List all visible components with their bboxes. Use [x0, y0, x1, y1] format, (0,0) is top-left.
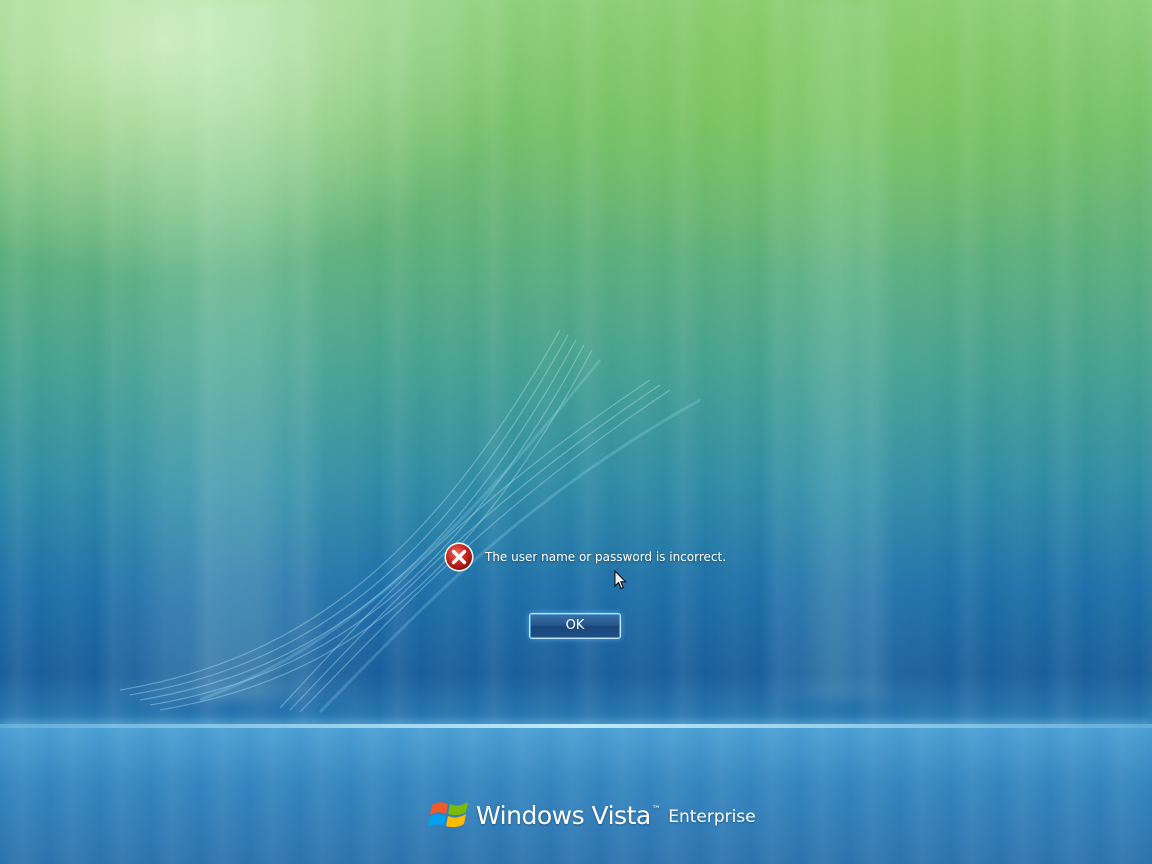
- error-message-text: The user name or password is incorrect.: [485, 550, 727, 564]
- ok-button[interactable]: OK: [529, 613, 621, 639]
- windows-branding: Windows Vista™ Enterprise: [428, 795, 756, 835]
- product-edition: Enterprise: [668, 807, 756, 827]
- mouse-cursor-icon: [614, 570, 627, 590]
- error-message: The user name or password is incorrect.: [443, 540, 726, 574]
- light-beam: [760, 0, 920, 700]
- product-name: Windows Vista™: [476, 800, 661, 830]
- light-beam: [100, 0, 360, 700]
- trademark-symbol: ™: [651, 804, 661, 815]
- error-icon: [444, 542, 474, 572]
- windows-flag-icon: [428, 802, 468, 828]
